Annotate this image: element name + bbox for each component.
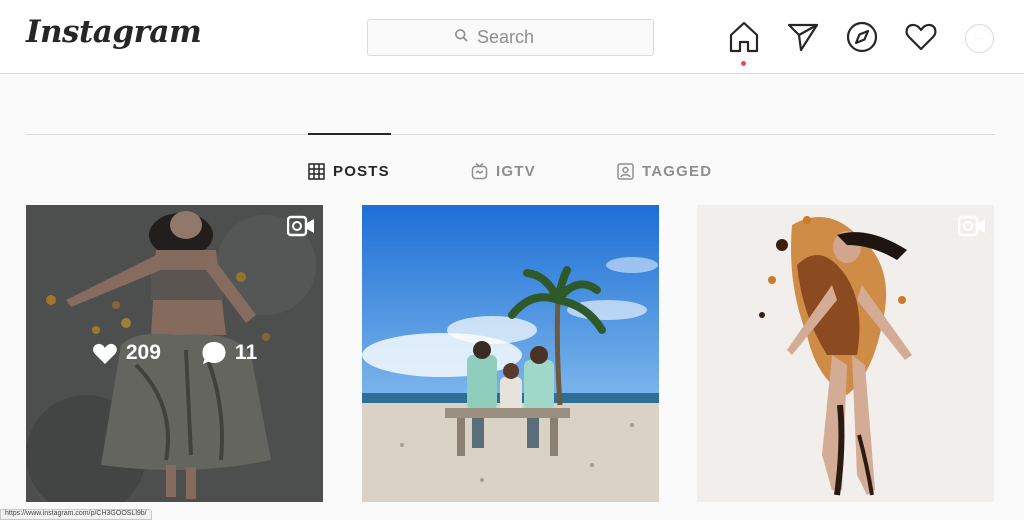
home-notification-dot	[741, 61, 746, 66]
igtv-icon	[471, 162, 488, 180]
explore-icon[interactable]	[845, 20, 879, 54]
search-icon	[454, 27, 469, 48]
tab-igtv-label: IGTV	[496, 162, 536, 180]
activity-heart-icon[interactable]	[904, 20, 938, 54]
profile-avatar[interactable]: ·····	[965, 24, 994, 53]
post-tile[interactable]	[362, 205, 659, 502]
video-icon	[958, 215, 985, 237]
direct-message-icon[interactable]	[786, 20, 820, 54]
post-photo	[697, 205, 994, 502]
search-input[interactable]	[477, 27, 567, 48]
tab-tagged[interactable]: TAGGED	[617, 160, 712, 182]
tab-posts[interactable]: POSTS	[308, 160, 390, 182]
top-navigation-bar: Instagram ·····	[0, 0, 1024, 74]
video-icon	[287, 215, 314, 237]
heart-icon	[93, 343, 117, 364]
likes-count: 209	[125, 341, 161, 364]
tab-tagged-label: TAGGED	[642, 162, 713, 180]
tab-igtv[interactable]: IGTV	[471, 160, 536, 182]
post-photo	[362, 205, 659, 502]
post-hover-stats: 209 11	[26, 340, 323, 366]
likes-stat: 209	[92, 340, 161, 366]
comments-count: 11	[234, 341, 258, 364]
grid-icon	[308, 162, 325, 180]
active-tab-indicator	[308, 133, 391, 135]
search-box[interactable]	[367, 19, 654, 56]
tab-posts-label: POSTS	[333, 162, 390, 180]
browser-status-url: https://www.instagram.com/p/CH3GOOSLl9b/	[0, 509, 152, 520]
tabs-divider	[26, 134, 995, 135]
tagged-icon	[617, 162, 634, 180]
post-tile[interactable]	[697, 205, 994, 502]
instagram-logo[interactable]: Instagram	[26, 14, 202, 50]
comment-icon	[202, 342, 226, 364]
home-icon[interactable]	[727, 20, 761, 54]
comments-stat: 11	[201, 340, 257, 366]
post-tile[interactable]: 209 11	[26, 205, 323, 502]
